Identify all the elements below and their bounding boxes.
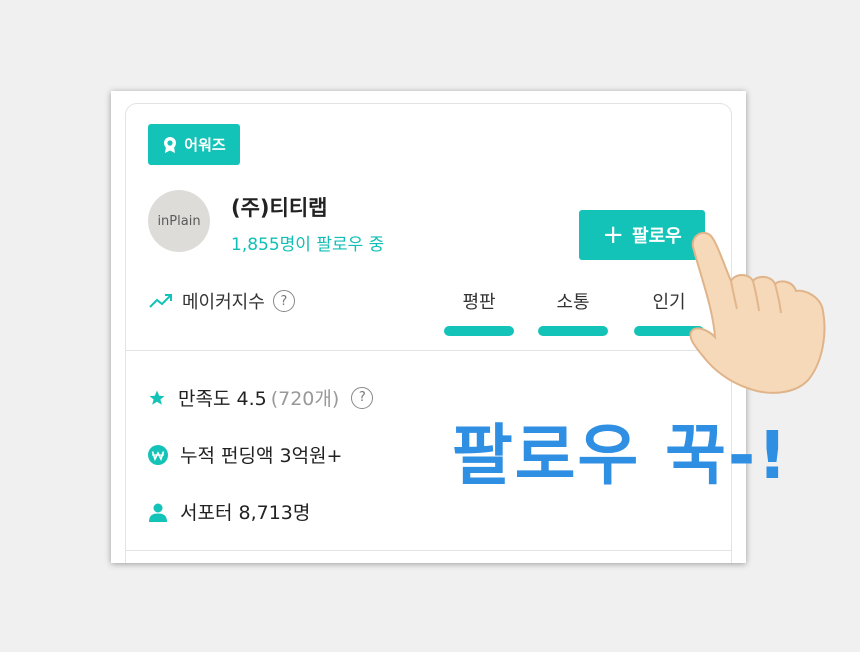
divider — [126, 550, 731, 551]
metric-label: 인기 — [652, 292, 686, 313]
avatar[interactable]: inPlain — [148, 190, 210, 252]
help-icon[interactable]: ? — [351, 386, 374, 409]
supporter-count: 서포터 8,713명 — [180, 502, 311, 524]
follow-callout-text: 팔로우 꾹-! — [452, 417, 790, 494]
help-icon[interactable]: ? — [272, 290, 295, 312]
follower-count: 1,855명이 팔로우 중 — [231, 235, 385, 255]
metric-label: 소통 — [556, 292, 590, 313]
star-icon — [149, 390, 165, 405]
person-icon — [149, 503, 167, 522]
pointing-hand-icon — [689, 231, 826, 394]
divider — [126, 350, 731, 351]
maker-index-label: 메이커지수 — [182, 292, 265, 313]
funding-total: 누적 펀딩액 3억원+ — [180, 445, 343, 467]
satisfaction-count: (720개) — [270, 388, 340, 410]
metric-reputation: 평판 — [444, 288, 514, 336]
company-name[interactable]: (주)티티랩 — [231, 192, 327, 222]
follow-button-label: 팔로우 — [632, 226, 682, 247]
satisfaction-score: 만족도 4.5 — [178, 388, 267, 410]
awards-badge-label: 어워즈 — [184, 136, 226, 154]
plus-icon: + — [602, 220, 625, 250]
awards-badge: 어워즈 — [148, 124, 240, 165]
metric-bar — [444, 326, 514, 336]
metric-bar — [538, 326, 608, 336]
maker-index: 메이커지수 ? — [148, 288, 295, 314]
metric-label: 평판 — [462, 292, 496, 313]
trending-up-icon — [149, 294, 172, 308]
supporters-row: 서포터 8,713명 — [148, 498, 310, 525]
metric-communication: 소통 — [538, 288, 608, 336]
won-coin-icon — [148, 444, 168, 465]
satisfaction-row: 만족도 4.5 (720개) ? — [148, 384, 374, 411]
funding-row: 누적 펀딩액 3억원+ — [148, 441, 342, 468]
award-icon — [164, 136, 177, 153]
